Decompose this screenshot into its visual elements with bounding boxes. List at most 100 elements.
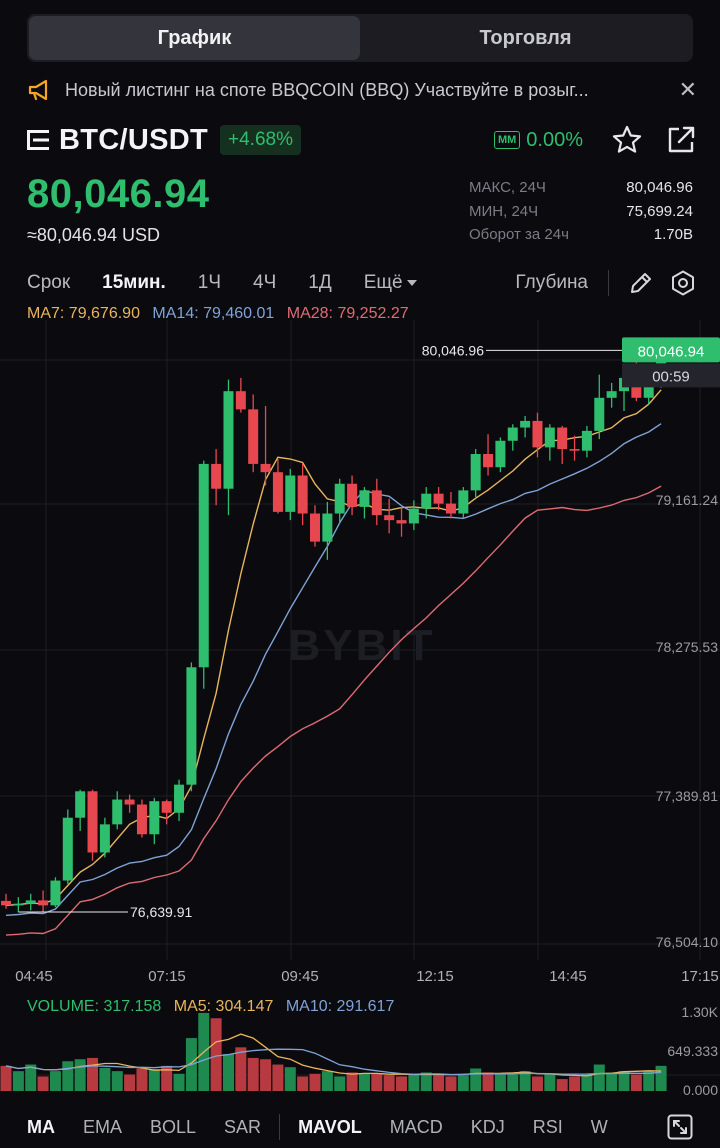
price-chart[interactable]: BYBIT80,046.9676,639.9180,046.9400:5979,…: [0, 320, 720, 1106]
indicator-w[interactable]: W: [591, 1117, 608, 1138]
candle-body: [174, 784, 185, 813]
tab-trade[interactable]: Торговля: [360, 16, 691, 60]
volume-bar: [371, 1073, 383, 1091]
time-axis-tick: 14:45: [549, 968, 587, 985]
candle-body: [136, 804, 147, 835]
pair-name[interactable]: BTC/USDT: [59, 124, 208, 157]
candle-body: [62, 817, 73, 881]
fiat-price: ≈80,046.94 USD: [27, 225, 160, 245]
candle-body: [211, 463, 222, 489]
tab-chart[interactable]: График: [29, 16, 360, 60]
volume-bar: [111, 1071, 123, 1091]
time-axis-tick: 17:15: [681, 968, 719, 985]
stat-label: МИН, 24Ч: [469, 202, 539, 220]
stat-low: МИН, 24Ч 75,699.24: [469, 200, 693, 224]
candle-body: [198, 463, 209, 668]
share-icon[interactable]: [665, 124, 697, 156]
candle-body: [272, 472, 283, 512]
fullscreen-icon[interactable]: [667, 1114, 693, 1140]
stat-high: МАКС, 24Ч 80,046.96: [469, 176, 693, 200]
volume-bar: [358, 1073, 370, 1091]
indicator-ema[interactable]: EMA: [83, 1117, 122, 1138]
volume-bar: [74, 1059, 86, 1091]
volume-bar: [260, 1059, 272, 1091]
volume-ma5: MA5: 304.147: [173, 998, 274, 1015]
volume-bar: [235, 1047, 247, 1091]
caret-down-icon: [406, 280, 417, 286]
candle-body: [421, 493, 432, 509]
star-icon[interactable]: [611, 124, 643, 156]
announcement-text: Новый листинг на споте BBQCOIN (BBQ) Уча…: [65, 79, 589, 100]
volume-bar: [457, 1075, 469, 1091]
candle-body: [445, 503, 456, 514]
divider: [279, 1114, 281, 1140]
pair-switch-icon[interactable]: [27, 129, 51, 151]
volume-bar: [12, 1071, 24, 1091]
stats-24h: МАКС, 24Ч 80,046.96 МИН, 24Ч 75,699.24 О…: [469, 176, 693, 247]
indicator-sar[interactable]: SAR: [224, 1117, 261, 1138]
volume-bar: [556, 1079, 568, 1091]
depth-button[interactable]: Глубина: [515, 272, 588, 294]
candle-body: [569, 449, 580, 451]
candle-body: [433, 493, 444, 504]
interval-more-dropdown[interactable]: Ещё: [364, 272, 417, 294]
volume-bar: [420, 1072, 432, 1091]
candle-body: [310, 513, 320, 542]
candle-body: [371, 490, 382, 516]
volume-ma10: MA10: 291.617: [285, 998, 395, 1015]
volume-bar: [321, 1071, 333, 1091]
volume-bar: [470, 1068, 482, 1091]
candle-body: [38, 900, 49, 906]
candle-body: [347, 483, 358, 507]
candle-body: [186, 667, 197, 785]
close-icon[interactable]: ✕: [669, 77, 697, 103]
candle-body: [87, 791, 98, 853]
volume-axis-tick: 1.30K: [681, 1004, 718, 1020]
pair-header: BTC/USDT +4.68% MM 0.00%: [27, 120, 697, 160]
interval-1h[interactable]: 1Ч: [198, 272, 221, 294]
countdown-label: 00:59: [652, 368, 690, 385]
volume-bar: [346, 1072, 358, 1091]
volume-bar: [531, 1076, 543, 1091]
indicator-macd[interactable]: MACD: [390, 1117, 443, 1138]
announcement-banner[interactable]: Новый листинг на споте BBQCOIN (BBQ) Уча…: [27, 73, 697, 107]
volume-bar: [297, 1076, 309, 1091]
candle-body: [322, 513, 333, 542]
indicator-mavol[interactable]: MAVOL: [298, 1117, 362, 1138]
volume-bar: [62, 1061, 74, 1091]
volume-bar: [334, 1076, 346, 1091]
view-tabs: График Торговля: [27, 14, 693, 62]
volume-bar: [445, 1076, 457, 1091]
volume-axis-tick: 649.333: [667, 1043, 718, 1059]
candle-body: [248, 409, 259, 464]
candle-body: [396, 520, 407, 524]
settings-icon[interactable]: [669, 269, 697, 297]
candle-body: [544, 427, 555, 448]
time-axis-tick: 09:45: [281, 968, 319, 985]
candle-body: [334, 483, 345, 514]
mm-badge: MM: [493, 131, 521, 149]
indicator-rsi[interactable]: RSI: [533, 1117, 563, 1138]
volume-bar: [136, 1068, 148, 1091]
mm-rate[interactable]: MM 0.00%: [493, 129, 583, 152]
volume-bar: [210, 1018, 222, 1091]
candle-body: [149, 801, 160, 835]
candle-body: [25, 900, 36, 904]
candle-body: [557, 427, 568, 450]
indicator-kdj[interactable]: KDJ: [471, 1117, 505, 1138]
pencil-icon[interactable]: [627, 269, 655, 297]
price-axis-tick: 77,389.81: [656, 788, 718, 804]
candle-body: [483, 454, 494, 468]
stat-label: МАКС, 24Ч: [469, 179, 546, 197]
interval-1d[interactable]: 1Д: [308, 272, 331, 294]
volume-bar: [655, 1065, 667, 1091]
interval-15m[interactable]: 15мин.: [102, 272, 166, 294]
candle-body: [297, 475, 308, 514]
indicator-boll[interactable]: BOLL: [150, 1117, 196, 1138]
volume-bar: [482, 1072, 494, 1091]
volume-bar: [99, 1067, 111, 1091]
candle-body: [520, 420, 531, 428]
indicator-ma[interactable]: MA: [27, 1117, 55, 1138]
candle-body: [235, 391, 246, 410]
interval-4h[interactable]: 4Ч: [253, 272, 276, 294]
